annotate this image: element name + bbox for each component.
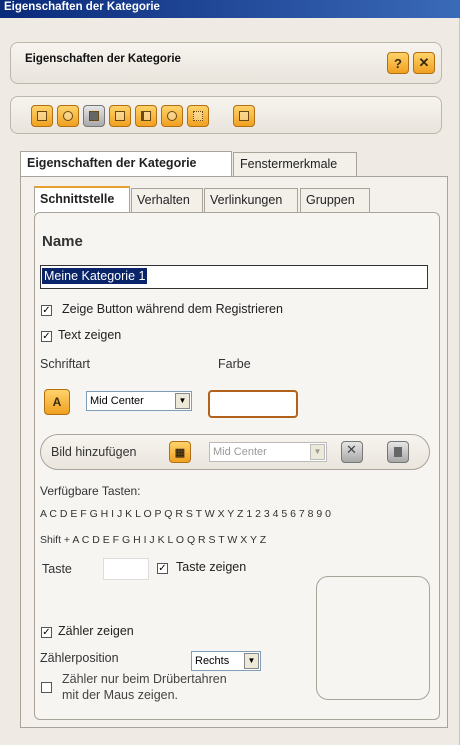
- stop-image-button[interactable]: [387, 441, 409, 463]
- show-button-checkbox[interactable]: ✓: [41, 305, 52, 316]
- close-icon: ✕: [418, 55, 430, 70]
- picture-icon: ▦: [174, 446, 186, 459]
- chevron-down-icon: ▼: [310, 444, 325, 460]
- show-button-label: Zeige Button während dem Registrieren: [62, 302, 283, 316]
- help-button[interactable]: ?: [387, 52, 409, 74]
- shape-icon[interactable]: [57, 105, 79, 127]
- properties-window: Eigenschaften der Kategorie Eigenschafte…: [0, 0, 460, 745]
- tab-behavior[interactable]: Verhalten: [131, 188, 203, 212]
- color-label: Farbe: [218, 357, 251, 371]
- font-button[interactable]: A: [44, 389, 70, 415]
- stop-icon: [394, 447, 402, 457]
- tab-links[interactable]: Verlinkungen: [204, 188, 298, 212]
- image-align-value: Mid Center: [213, 446, 267, 458]
- show-key-checkbox[interactable]: ✓: [157, 563, 168, 574]
- counter-hover-label-1: Zähler nur beim Drübertahren: [62, 672, 227, 686]
- keys-label: Verfügbare Tasten:: [40, 484, 141, 498]
- chevron-down-icon: ▼: [244, 653, 259, 669]
- font-align-select[interactable]: Mid Center ▼: [86, 391, 192, 411]
- window-title: Eigenschaften der Kategorie: [4, 1, 160, 13]
- add-image-button[interactable]: ▦: [169, 441, 191, 463]
- font-icon: A: [52, 395, 62, 409]
- counter-position-label: Zählerposition: [40, 651, 119, 665]
- remove-image-icon: ✕: [346, 443, 357, 458]
- keys-list: A C D E F G H I J K L O P Q R S T W X Y …: [40, 508, 332, 520]
- chevron-down-icon: ▼: [175, 393, 190, 409]
- counter-hover-label-2: mit der Maus zeigen.: [62, 688, 179, 702]
- show-text-checkbox[interactable]: ✓: [41, 331, 52, 342]
- show-counter-label: Zähler zeigen: [58, 624, 134, 638]
- name-input-value: Meine Kategorie 1: [42, 268, 148, 284]
- counter-position-select[interactable]: Rechts ▼: [191, 651, 261, 671]
- help-icon: ?: [394, 55, 402, 71]
- grid-icon[interactable]: [187, 105, 209, 127]
- remove-image-button[interactable]: ✕: [341, 441, 363, 463]
- tab-interface[interactable]: Schnittstelle: [34, 186, 130, 213]
- add-image-label: Bild hinzufügen: [51, 445, 137, 459]
- header-title: Eigenschaften der Kategorie: [25, 53, 181, 65]
- show-counter-checkbox[interactable]: ✓: [41, 627, 52, 638]
- hand-icon[interactable]: [109, 105, 131, 127]
- key-input[interactable]: [103, 558, 149, 580]
- font-align-value: Mid Center: [90, 395, 144, 407]
- stop-icon[interactable]: [83, 105, 105, 127]
- name-input[interactable]: Meine Kategorie 1: [40, 265, 428, 289]
- show-text-label: Text zeigen: [58, 328, 122, 342]
- picture-icon[interactable]: [161, 105, 183, 127]
- image-bar: Bild hinzufügen ▦ Mid Center ▼ ✕: [40, 434, 430, 470]
- counter-position-value: Rechts: [195, 655, 230, 667]
- tab-window-features[interactable]: Fenstermerkmale: [233, 152, 357, 176]
- font-label: Schriftart: [40, 357, 91, 371]
- image-align-select[interactable]: Mid Center ▼: [209, 442, 327, 462]
- key-label: Taste: [42, 562, 72, 576]
- toolbar: [10, 96, 442, 134]
- show-key-label: Taste zeigen: [176, 560, 247, 574]
- preview-box: [316, 576, 430, 700]
- tab-category-properties[interactable]: Eigenschaften der Kategorie: [20, 151, 232, 177]
- header-panel: Eigenschaften der Kategorie ? ✕: [10, 42, 442, 84]
- copy-icon[interactable]: [233, 105, 255, 127]
- add-icon[interactable]: [31, 105, 53, 127]
- title-bar[interactable]: Eigenschaften der Kategorie: [0, 0, 460, 18]
- list-icon[interactable]: [135, 105, 157, 127]
- shift-keys-list: Shift + A C D E F G H I J K L O Q R S T …: [40, 534, 267, 546]
- close-button[interactable]: ✕: [413, 52, 435, 74]
- counter-hover-checkbox[interactable]: [41, 682, 52, 693]
- color-picker[interactable]: [208, 390, 298, 418]
- section-title-name: Name: [42, 233, 83, 250]
- tab-groups[interactable]: Gruppen: [300, 188, 370, 212]
